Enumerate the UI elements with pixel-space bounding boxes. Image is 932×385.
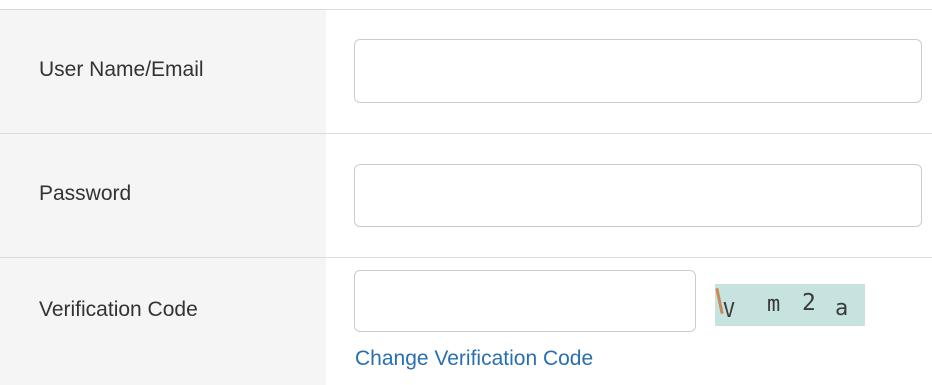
- captcha-char: a: [835, 296, 849, 321]
- captcha-char: 2: [802, 290, 816, 316]
- verification-code-label: Verification Code: [39, 298, 198, 321]
- change-verification-code-link[interactable]: Change Verification Code: [355, 347, 593, 371]
- captcha-char: V: [723, 298, 736, 322]
- label-cell-verification: Verification Code: [0, 258, 326, 385]
- form-row-username: User Name/Email: [0, 9, 932, 133]
- verification-code-input[interactable]: [354, 270, 696, 332]
- form-row-password: Password: [0, 133, 932, 257]
- captcha-char: m: [767, 292, 781, 317]
- captcha-image[interactable]: V m 2 a: [715, 284, 865, 326]
- password-input[interactable]: [354, 164, 922, 227]
- username-input[interactable]: [354, 39, 922, 103]
- login-form: User Name/Email Password Verification Co…: [0, 0, 932, 385]
- label-cell-username: User Name/Email: [0, 10, 326, 133]
- form-row-verification: Verification Code V m 2 a Change Verific…: [0, 257, 932, 385]
- username-label: User Name/Email: [39, 58, 204, 81]
- label-cell-password: Password: [0, 134, 326, 257]
- password-label: Password: [39, 182, 132, 205]
